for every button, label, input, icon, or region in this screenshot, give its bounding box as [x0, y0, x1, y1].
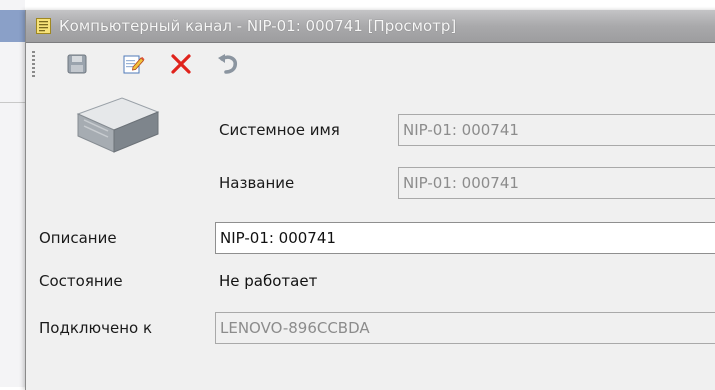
state-value: Не работает — [219, 272, 318, 290]
connected-to-label: Подключено к — [39, 319, 153, 337]
undo-arrow-icon — [218, 54, 238, 74]
computer-case-icon — [70, 90, 164, 160]
connected-to-field[interactable]: LENOVO-896CCBDA — [215, 312, 715, 344]
window-title: Компьютерный канал - NIP-01: 000741 [Про… — [59, 17, 457, 35]
description-field[interactable]: NIP-01: 000741 — [215, 222, 715, 254]
toolbar — [26, 43, 715, 85]
name-label: Название — [219, 174, 295, 192]
system-name-label: Системное имя — [219, 121, 340, 139]
background-window — [0, 0, 25, 387]
document-icon — [36, 18, 51, 34]
title-bar[interactable]: Компьютерный канал - NIP-01: 000741 [Про… — [26, 10, 715, 43]
delete-button[interactable] — [169, 52, 193, 76]
computer-channel-window: Компьютерный канал - NIP-01: 000741 [Про… — [25, 10, 715, 390]
red-x-icon — [171, 54, 191, 74]
undo-button[interactable] — [216, 52, 240, 76]
background-divider — [0, 102, 25, 103]
toolbar-grip[interactable] — [32, 51, 35, 77]
description-label: Описание — [39, 229, 117, 247]
system-name-field[interactable]: NIP-01: 000741 — [398, 114, 715, 146]
edit-button[interactable] — [121, 52, 145, 76]
save-button[interactable] — [65, 52, 89, 76]
state-label: Состояние — [39, 272, 123, 290]
background-window-titlebar — [0, 10, 25, 42]
floppy-disk-icon — [67, 54, 87, 74]
name-field[interactable]: NIP-01: 000741 — [398, 167, 715, 199]
edit-pencil-icon — [123, 55, 145, 74]
